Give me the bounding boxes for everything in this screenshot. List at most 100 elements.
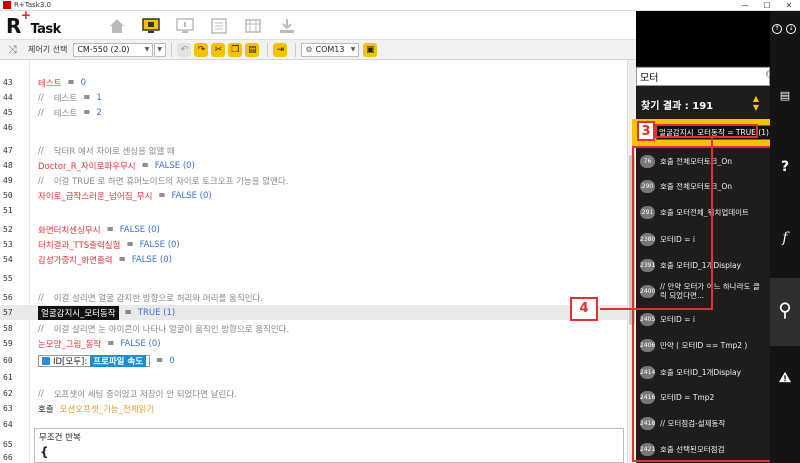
code-editor[interactable]: 43 테스트 = 0 44 // 테스트 = 1 45 // 테스트 = 2 46 47 // 닥터R 에서 자이…	[0, 60, 627, 463]
cut-icon[interactable]: ✂	[211, 42, 226, 57]
variable-name: 감성가중치_화면출력	[38, 255, 113, 266]
code-content: Doctor_R_자이로파우무시 = FALSE (0)	[38, 160, 195, 172]
notes-icon[interactable]: ▤	[770, 89, 800, 109]
code-line[interactable]: 59 눈모양_그림_동작 = FALSE (0)	[0, 336, 627, 351]
code-line[interactable]: 44 // 테스트 = 1	[0, 90, 627, 105]
chevron-down-icon: ▼	[157, 46, 162, 53]
toolbar-divider	[295, 42, 297, 57]
code-line[interactable]: 57 얼굴감지시_모터동작 = TRUE (1)	[0, 305, 627, 320]
code-line[interactable]: 53 터치결과_TTS출력실험 = FALSE (0)	[0, 237, 627, 252]
document-icon[interactable]	[207, 15, 230, 37]
download-circle-icon[interactable]: ↓	[786, 24, 796, 34]
loop-block[interactable]: 무조건 반복 {	[34, 428, 624, 463]
result-navigation: ▲ ▼	[751, 94, 761, 112]
variable-name: 얼굴감지시_모터동작	[38, 305, 119, 320]
code-line[interactable]: 56 // 이걸 살리면 얼굴 감지한 방향으로 허리와 머리를 움직인다.	[0, 290, 627, 305]
maximize-button[interactable]: ☐	[756, 0, 778, 11]
assign-operator: =	[124, 307, 132, 318]
code-content: // 오프셋이 세팅 중이었고 저장이 안 되었다면 날린다.	[38, 388, 237, 400]
code-line[interactable]: 58 // 이걸 살리면 눈 아이콘이 나타나 얼굴이 움직인 방향으로 움직인다.	[0, 321, 627, 336]
port-select[interactable]: ⚙ COM13 ▼	[301, 42, 360, 57]
line-number: 60	[3, 356, 13, 365]
search-panel-header	[636, 11, 770, 66]
line-number: 59	[3, 339, 13, 348]
assign-operator: =	[83, 107, 91, 118]
loop-title: 무조건 반복	[39, 433, 81, 443]
variable-name: 눈모양_그림_동작	[38, 339, 102, 350]
line-number: 46	[3, 123, 13, 132]
code-content: 화면터치센싱무시 = FALSE (0)	[38, 224, 160, 236]
comment-marker: //	[38, 323, 44, 334]
callout-3: 3	[637, 121, 655, 141]
line-number: 45	[3, 108, 13, 117]
highlight-results-list	[632, 146, 772, 462]
code-line[interactable]: 49 // 이걸 TRUE 로 하면 휴머노이드의 자이로 토크오프 기능을 없앤다…	[0, 173, 627, 188]
line-number: 61	[3, 373, 13, 382]
next-result-icon[interactable]: ▼	[751, 103, 761, 112]
motor-id-block[interactable]: ID[모두]: 프로파일 속도	[38, 354, 151, 367]
shuffle-icon: ⤨	[8, 42, 17, 56]
home-icon[interactable]	[105, 15, 128, 37]
assign-operator: =	[158, 190, 166, 201]
code-line[interactable]: 52 화면터치센싱무시 = FALSE (0)	[0, 222, 627, 237]
paste-icon[interactable]: ▤	[245, 42, 260, 57]
code-content: 감성가중치_화면출력 = FALSE (0)	[38, 254, 172, 266]
code-content: // 이걸 살리면 눈 아이콘이 나타나 얼굴이 움직인 방향으로 움직인다.	[38, 323, 289, 335]
code-line[interactable]: 45 // 테스트 = 2	[0, 105, 627, 120]
line-number: 52	[3, 225, 13, 234]
line-number: 43	[3, 78, 13, 87]
title-bar: R+Task3.0 — ☐ ✕	[0, 0, 800, 11]
code-line[interactable]: 47 // 닥터R 에서 자이로 센싱을 없앨 때	[0, 143, 627, 158]
window-controls: — ☐ ✕	[734, 0, 800, 11]
motor-id-label: ID[모두]:	[53, 356, 88, 367]
code-line[interactable]: 43 테스트 = 0	[0, 75, 627, 90]
code-line[interactable]: 63 호출 모션오프셋_기능_전체읽기	[0, 401, 627, 416]
assign-operator: =	[141, 160, 149, 171]
controller-select[interactable]: CM-550 (2.0) ▼	[73, 42, 154, 57]
prev-result-icon[interactable]: ▲	[751, 94, 761, 103]
warning-icon[interactable]	[770, 371, 800, 391]
close-button[interactable]: ✕	[778, 0, 800, 11]
comment-text: 닥터R 에서 자이로 센싱을 없앨 때	[53, 146, 175, 157]
redo-icon[interactable]: ↷	[194, 42, 209, 57]
code-line[interactable]: 61	[0, 370, 627, 385]
code-line[interactable]: 48 Doctor_R_자이로파우무시 = FALSE (0)	[0, 158, 627, 173]
value: TRUE (1)	[137, 307, 176, 318]
gear-icon: ⚙	[305, 45, 313, 54]
code-line[interactable]: 62 // 오프셋이 세팅 중이었고 저장이 안 되었다면 날린다.	[0, 386, 627, 401]
code-line[interactable]: 55	[0, 271, 627, 286]
assign-operator: =	[126, 239, 134, 250]
search-box[interactable]: 🔍︎	[636, 67, 778, 86]
search-input[interactable]	[637, 71, 765, 82]
connect-icon[interactable]: ▣	[363, 42, 378, 57]
variable-name: 화면터치센싱무시	[38, 225, 101, 236]
code-line[interactable]: 50 자이로_급작스러운_넘어짐_무시 = FALSE (0)	[0, 188, 627, 203]
chevron-down-icon: ▼	[144, 46, 150, 53]
code-content: 터치결과_TTS출력실험 = FALSE (0)	[38, 239, 180, 251]
upload-icon[interactable]: ↑	[772, 24, 782, 34]
loop-brace: {	[40, 445, 49, 459]
code-content: 테스트 = 0	[38, 77, 86, 89]
code-line[interactable]: 51	[0, 203, 627, 218]
callout-4: 4	[570, 297, 598, 321]
minimize-button[interactable]: —	[734, 0, 756, 11]
result-count: 찾기 결과 : 191	[641, 101, 714, 112]
copy-icon[interactable]: ❐	[228, 42, 243, 57]
search-pin-icon[interactable]	[770, 278, 800, 346]
line-number: 49	[3, 176, 13, 185]
motion-film-icon[interactable]	[241, 15, 264, 37]
code-line[interactable]: 46	[0, 120, 627, 135]
download-icon[interactable]	[275, 15, 298, 37]
controller-toolbar: ⤨ 제어기 선택 CM-550 (2.0) ▼ ▼ ↶ ↷ ✂ ❐ ▤ ⇥ ⚙ CO…	[0, 40, 636, 60]
code-line[interactable]: 60 ID[모두]: 프로파일 속도 = 0	[0, 353, 627, 368]
task-editor-icon[interactable]	[139, 15, 162, 37]
export-icon[interactable]: ⇥	[273, 42, 288, 57]
code-line[interactable]: 54 감성가중치_화면출력 = FALSE (0)	[0, 252, 627, 267]
undo-icon[interactable]: ↶	[177, 42, 192, 57]
help-icon[interactable]: ?	[770, 159, 800, 179]
monitor-icon[interactable]	[173, 15, 196, 37]
function-icon[interactable]: f	[770, 230, 800, 250]
app-icon	[3, 1, 11, 9]
version-select[interactable]: ▼	[154, 42, 167, 57]
right-rail: ↑ ↓ ▤ ? f	[770, 11, 800, 463]
